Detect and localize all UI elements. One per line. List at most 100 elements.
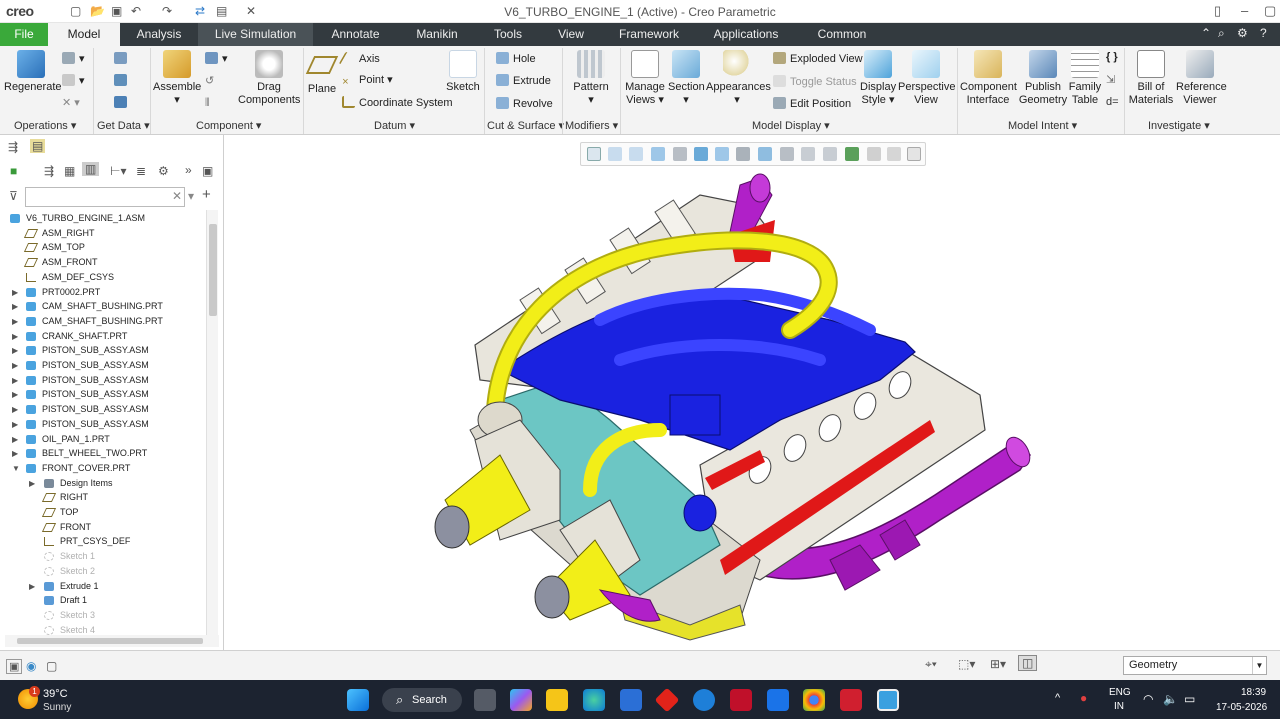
tree-item[interactable]: FRONT <box>0 520 206 535</box>
chrome-icon[interactable] <box>803 689 825 711</box>
family-table-button[interactable]: Family Table <box>1068 50 1102 107</box>
tab-view[interactable]: View <box>540 23 602 46</box>
mail-icon[interactable] <box>767 689 789 711</box>
tree-item[interactable]: ▶ CAM_SHAFT_BUSHING.PRT <box>0 314 206 329</box>
minimize-icon[interactable]: – <box>1241 3 1248 18</box>
bill-of-materials-button[interactable]: Bill of Materials <box>1126 50 1176 107</box>
clock-date[interactable]: 17-05-2026 <box>1216 702 1267 713</box>
expand-icon[interactable]: ▶ <box>29 579 35 594</box>
help-small-icon[interactable]: ▯ <box>1214 3 1221 19</box>
tree-display-icon[interactable]: ▥ <box>82 162 100 176</box>
expand-icon[interactable]: ▶ <box>12 329 18 344</box>
store-icon[interactable] <box>620 689 642 711</box>
coordinate-system-button[interactable]: Coordinate System <box>342 96 453 110</box>
tree-item[interactable]: Sketch 2 <box>0 564 206 579</box>
paste-icon[interactable]: ▾ <box>62 74 85 88</box>
search-dropdown-icon[interactable]: ▾ <box>188 189 194 203</box>
tree-item[interactable]: Draft 1 <box>0 593 206 608</box>
perspective-toolbar-icon[interactable] <box>867 147 881 161</box>
antivirus-tray-icon[interactable]: ● <box>1080 691 1087 705</box>
tree-sort-icon[interactable]: ≣ <box>136 164 146 178</box>
file-explorer-icon[interactable] <box>546 689 568 711</box>
pattern-button[interactable]: Pattern ▾ <box>570 50 612 107</box>
switch-dimensions-icon[interactable]: ⇲ <box>1106 73 1115 87</box>
pause-icon[interactable] <box>887 147 901 161</box>
relations-icon[interactable]: d= <box>1106 95 1119 109</box>
axis-button[interactable]: Axis <box>338 52 380 66</box>
scroll-thumb[interactable] <box>17 638 203 644</box>
repaint-icon[interactable] <box>651 147 665 161</box>
full-screen-icon[interactable]: ▢ <box>46 659 57 673</box>
create-component-icon[interactable]: ▾ <box>205 52 228 66</box>
mirror-component-icon[interactable]: ⫴ <box>205 96 210 110</box>
regenerate-button[interactable]: Regenerate <box>4 50 62 94</box>
selection-box-icon[interactable]: ⬚▾ <box>958 657 975 671</box>
tree-item[interactable]: TOP <box>0 505 206 520</box>
tab-annotate[interactable]: Annotate <box>313 23 398 46</box>
tab-common[interactable]: Common <box>796 23 888 46</box>
user-defined-feature-icon[interactable] <box>114 52 131 66</box>
tree-filter-icon[interactable]: ⊢▾ <box>110 164 126 178</box>
expand-icon[interactable]: ▶ <box>12 343 18 358</box>
help-app-icon[interactable] <box>693 689 715 711</box>
tree-item[interactable]: ▶ PISTON_SUB_ASSY.ASM <box>0 373 206 388</box>
tree-item[interactable]: Sketch 3 <box>0 608 206 623</box>
tree-vertical-scrollbar[interactable] <box>206 210 218 635</box>
show-hidden-icons[interactable]: ^ <box>1055 692 1060 704</box>
tree-item[interactable]: ▶ OIL_PAN_1.PRT <box>0 432 206 447</box>
datum-display-icon[interactable] <box>780 147 794 161</box>
point-button[interactable]: × Point ▾ <box>342 73 393 88</box>
tree-grid-icon[interactable]: ▦ <box>64 164 75 178</box>
tree-item[interactable]: ▼ FRONT_COVER.PRT <box>0 461 206 476</box>
sketch-button[interactable]: Sketch <box>446 50 480 94</box>
mcafee-icon[interactable] <box>730 689 752 711</box>
clock-time[interactable]: 18:39 <box>1241 687 1266 698</box>
tree-item[interactable]: PRT_CSYS_DEF <box>0 534 206 549</box>
manage-views-button[interactable]: Manage Views ▾ <box>622 50 668 107</box>
annotation-display-icon[interactable] <box>823 147 837 161</box>
publish-geometry-button[interactable]: Publish Geometry <box>1018 50 1068 107</box>
tree-horizontal-scrollbar[interactable] <box>5 635 219 647</box>
taskbar-search-box[interactable]: Search <box>382 688 462 712</box>
expand-icon[interactable]: ▶ <box>29 476 35 491</box>
section-button[interactable]: Section ▾ <box>668 50 705 107</box>
solidworks-icon[interactable] <box>840 689 862 711</box>
component-interface-button[interactable]: Component Interface <box>960 50 1017 107</box>
clear-search-icon[interactable]: ✕ <box>172 189 182 203</box>
refit-icon[interactable] <box>587 147 601 161</box>
plane-button[interactable]: Plane <box>305 50 339 96</box>
expand-icon[interactable]: ▶ <box>12 373 18 388</box>
group-model-intent[interactable]: Model Intent ▾ <box>1008 119 1077 132</box>
tab-manikin[interactable]: Manikin <box>398 23 476 46</box>
expand-icon[interactable]: ▶ <box>12 417 18 432</box>
folder-browser-tab-icon[interactable]: ▤ <box>30 139 46 153</box>
tab-tools[interactable]: Tools <box>476 23 540 46</box>
windows-start-icon[interactable] <box>347 689 369 711</box>
program-icon[interactable]: { } <box>1106 50 1118 64</box>
extrude-button[interactable]: Extrude <box>496 74 551 88</box>
reference-viewer-button[interactable]: Reference Viewer <box>1176 50 1227 107</box>
expand-icon[interactable]: ▶ <box>12 402 18 417</box>
coordinate-display-icon[interactable] <box>845 147 859 161</box>
tree-search-input[interactable] <box>25 187 185 207</box>
expand-icon[interactable]: ▶ <box>12 314 18 329</box>
tree-item[interactable]: ASM_DEF_CSYS <box>0 270 206 285</box>
find-icon[interactable]: ⌖▾ <box>925 657 937 672</box>
tab-file[interactable]: File <box>0 23 48 46</box>
revolve-button[interactable]: Revolve <box>496 97 553 111</box>
ribbon-collapse-icon[interactable]: ⌃ <box>1201 26 1211 40</box>
zoom-in-icon[interactable] <box>608 147 622 161</box>
edge-icon[interactable] <box>583 689 605 711</box>
copy-icon[interactable]: ▾ <box>62 52 85 66</box>
wifi-icon[interactable]: ◠ <box>1143 692 1153 706</box>
language-top[interactable]: ENG <box>1109 687 1131 698</box>
model-tree-tab-icon[interactable]: ⇶ <box>8 140 18 154</box>
language-bottom[interactable]: IN <box>1114 701 1124 712</box>
tab-applications[interactable]: Applications <box>696 23 796 46</box>
weather-temp[interactable]: 39°C <box>43 688 68 700</box>
group-model-display[interactable]: Model Display ▾ <box>752 119 830 132</box>
expand-icon[interactable]: ▶ <box>12 446 18 461</box>
expand-icon[interactable]: ▶ <box>12 299 18 314</box>
expand-toolbar-icon[interactable] <box>907 147 921 161</box>
settings-cube-icon[interactable]: ■ <box>10 164 17 178</box>
